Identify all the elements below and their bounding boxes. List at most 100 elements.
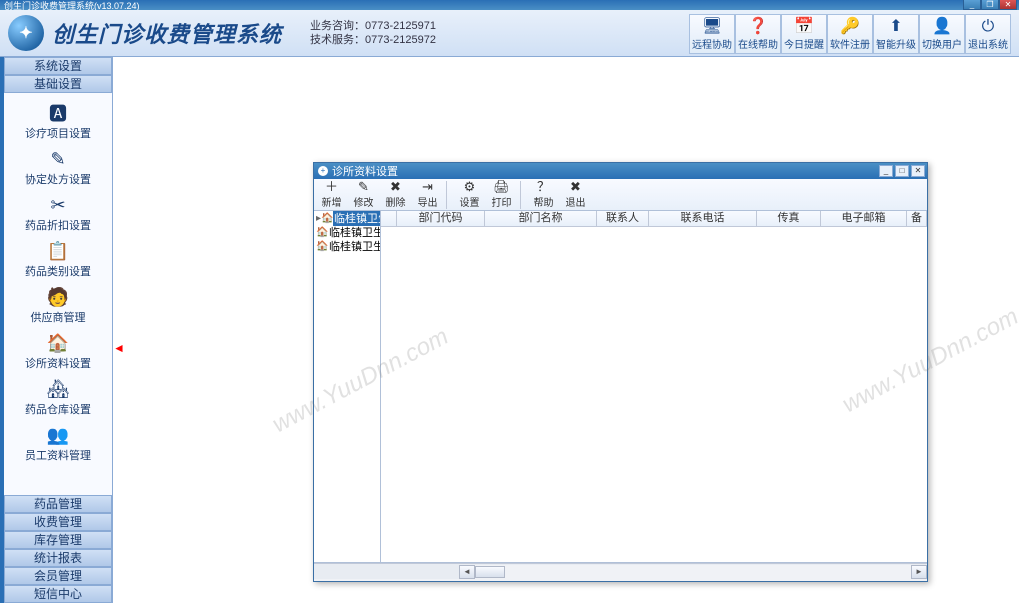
header-tool-1[interactable]: ❓在线帮助	[735, 14, 781, 54]
contact-line2: 技术服务：0773-2125972	[310, 33, 436, 47]
tool-icon: 🖥	[702, 18, 722, 36]
sidebar-item-0[interactable]: 🅰诊疗项目设置	[4, 97, 112, 143]
close-button[interactable]: ✕	[999, 0, 1017, 10]
toolbar-label: 帮助	[534, 194, 554, 209]
horizontal-scrollbar[interactable]: ◄ ►	[314, 563, 927, 579]
app-title: 创生门诊收费管理系统	[52, 17, 282, 49]
toolbar-btn-导出[interactable]: ⇥导出	[412, 180, 444, 210]
scroll-track[interactable]	[475, 565, 911, 579]
sidebar-item-6[interactable]: 🏘药品仓库设置	[4, 373, 112, 419]
sidebar-item-icon: 👥	[43, 423, 73, 447]
sidebar-item-4[interactable]: 🧑供应商管理	[4, 281, 112, 327]
dialog-titlebar[interactable]: + 诊所资料设置 _ □ ✕	[314, 163, 927, 179]
sidebar-item-icon: 🧑	[43, 285, 73, 309]
dialog-icon: +	[318, 166, 328, 176]
grid-col-1[interactable]: 部门代码	[397, 211, 485, 226]
sidebar-header-0[interactable]: 系统设置	[4, 57, 112, 75]
sidebar-item-label: 药品折扣设置	[25, 217, 91, 233]
tool-icon: ⬆	[889, 18, 902, 36]
sidebar-item-5[interactable]: 🏠诊所资料设置	[4, 327, 112, 373]
toolbar-btn-设置[interactable]: ⚙设置	[454, 180, 486, 210]
minimize-button[interactable]: _	[963, 0, 981, 10]
header-toolbar: 🖥远程协助❓在线帮助📅今日提醒🔑软件注册⬆智能升级👤切换用户⏻退出系统	[689, 14, 1011, 54]
toolbar-btn-新增[interactable]: ＋新增	[316, 180, 348, 210]
dialog-minimize-button[interactable]: _	[879, 165, 893, 177]
tree-node-icon: 🏠	[321, 213, 333, 224]
sidebar-item-label: 药品仓库设置	[25, 401, 91, 417]
scroll-left-button[interactable]: ◄	[459, 565, 475, 579]
toolbar-icon: ？	[537, 180, 550, 194]
toolbar-separator	[446, 181, 452, 209]
toolbar-label: 修改	[354, 194, 374, 209]
sidebar-body: 🅰诊疗项目设置✎协定处方设置✂药品折扣设置📋药品类别设置🧑供应商管理🏠诊所资料设…	[4, 93, 112, 495]
toolbar-icon: ⚙	[464, 180, 476, 194]
sidebar-footer-1[interactable]: 收费管理	[4, 513, 112, 531]
toolbar-icon: ✖	[570, 180, 581, 194]
sidebar-item-label: 诊所资料设置	[25, 355, 91, 371]
toolbar-icon: 🖨	[493, 180, 510, 194]
sidebar-footer-4[interactable]: 会员管理	[4, 567, 112, 585]
sidebar-item-2[interactable]: ✂药品折扣设置	[4, 189, 112, 235]
contact-line1: 业务咨询：0773-2125971	[310, 19, 436, 33]
toolbar-label: 设置	[460, 194, 480, 209]
dialog-title: 诊所资料设置	[332, 163, 398, 179]
grid-col-2[interactable]: 部门名称	[485, 211, 597, 226]
logo-icon: ✦	[8, 15, 44, 51]
grid-col-6[interactable]: 电子邮箱	[821, 211, 907, 226]
app-header: ✦ 创生门诊收费管理系统 业务咨询：0773-2125971 技术服务：0773…	[0, 10, 1019, 57]
window-controls: _ ❐ ✕	[963, 0, 1017, 10]
header-tool-5[interactable]: 👤切换用户	[919, 14, 965, 54]
tool-icon: 📅	[794, 18, 814, 36]
toolbar-btn-修改[interactable]: ✎修改	[348, 180, 380, 210]
sidebar-item-label: 药品类别设置	[25, 263, 91, 279]
header-tool-3[interactable]: 🔑软件注册	[827, 14, 873, 54]
toolbar-btn-删除[interactable]: ✖删除	[380, 180, 412, 210]
toolbar-icon: ✖	[390, 180, 401, 194]
grid-col-7[interactable]: 备	[907, 211, 927, 226]
dialog-toolbar: ＋新增✎修改✖删除⇥导出⚙设置🖨打印？帮助✖退出	[314, 179, 927, 211]
sidebar-item-3[interactable]: 📋药品类别设置	[4, 235, 112, 281]
sidebar-footer-0[interactable]: 药品管理	[4, 495, 112, 513]
sidebar-item-label: 供应商管理	[31, 309, 86, 325]
sidebar-item-icon: ✎	[43, 147, 73, 171]
contact-info: 业务咨询：0773-2125971 技术服务：0773-2125972	[310, 19, 436, 47]
toolbar-label: 打印	[492, 194, 512, 209]
tree-item-2[interactable]: 🏠临桂镇卫生院桂康门诊部	[314, 239, 380, 253]
sidebar-footer-3[interactable]: 统计报表	[4, 549, 112, 567]
toolbar-label: 新增	[322, 194, 342, 209]
maximize-button[interactable]: ❐	[981, 0, 999, 10]
sidebar-item-7[interactable]: 👥员工资料管理	[4, 419, 112, 465]
toolbar-btn-退出[interactable]: ✖退出	[560, 180, 592, 210]
sidebar-footer-5[interactable]: 短信中心	[4, 585, 112, 603]
header-tool-2[interactable]: 📅今日提醒	[781, 14, 827, 54]
sidebar-item-icon: 🏘	[43, 377, 73, 401]
tree-item-1[interactable]: 🏠临桂镇卫生院虎山门诊部	[314, 225, 380, 239]
toolbar-btn-帮助[interactable]: ？帮助	[528, 180, 560, 210]
header-tool-4[interactable]: ⬆智能升级	[873, 14, 919, 54]
tree-item-0[interactable]: ▸🏠临桂镇卫生院榕山门诊部	[314, 211, 380, 225]
scroll-thumb[interactable]	[475, 566, 505, 578]
grid-rows	[381, 227, 927, 562]
sidebar-item-icon: 🏠	[43, 331, 73, 355]
grid-col-4[interactable]: 联系电话	[649, 211, 757, 226]
dialog-close-button[interactable]: ✕	[911, 165, 925, 177]
grid-col-0[interactable]	[381, 211, 397, 226]
header-tool-6[interactable]: ⏻退出系统	[965, 14, 1011, 54]
tree-label: 临桂镇卫生院桂康门诊部	[328, 238, 381, 254]
toolbar-label: 导出	[418, 194, 438, 209]
dialog-clinic-settings: + 诊所资料设置 _ □ ✕ ＋新增✎修改✖删除⇥导出⚙设置🖨打印？帮助✖退出 …	[313, 162, 928, 582]
tool-label: 远程协助	[692, 36, 732, 51]
scroll-right-button[interactable]: ►	[911, 565, 927, 579]
sidebar-item-1[interactable]: ✎协定处方设置	[4, 143, 112, 189]
toolbar-btn-打印[interactable]: 🖨打印	[486, 180, 518, 210]
grid-col-3[interactable]: 联系人	[597, 211, 649, 226]
grid-col-5[interactable]: 传真	[757, 211, 821, 226]
tool-label: 智能升级	[876, 36, 916, 51]
dialog-maximize-button[interactable]: □	[895, 165, 909, 177]
sidebar-footer-2[interactable]: 库存管理	[4, 531, 112, 549]
tree-node-icon: 🏠	[316, 241, 328, 252]
sidebar-item-icon: ✂	[43, 193, 73, 217]
header-tool-0[interactable]: 🖥远程协助	[689, 14, 735, 54]
toolbar-label: 删除	[386, 194, 406, 209]
sidebar-header-1[interactable]: 基础设置	[4, 75, 112, 93]
